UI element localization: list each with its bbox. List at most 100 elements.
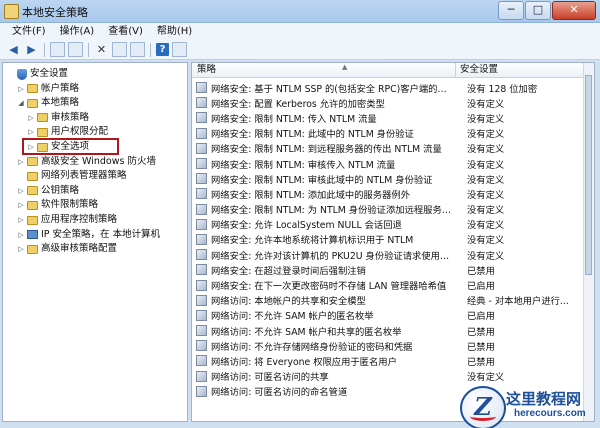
policy-icon bbox=[196, 203, 207, 215]
help-icon[interactable]: ? bbox=[156, 43, 169, 56]
table-row[interactable]: 网络安全: 限制 NTLM: 传入 NTLM 流量 没有定义 bbox=[192, 110, 594, 125]
menu-view[interactable]: 查看(V) bbox=[108, 23, 143, 40]
policy-setting: 已禁用 bbox=[467, 265, 495, 277]
table-row[interactable]: 网络访问: 不允许存储网络身份验证的密码和凭据 已禁用 bbox=[192, 338, 594, 353]
policy-name: 网络访问: 本地帐户的共享和安全模型 bbox=[211, 296, 366, 308]
tree-item[interactable]: ▷ 应用程序控制策略 bbox=[17, 213, 117, 227]
table-row[interactable]: 网络安全: 限制 NTLM: 审核传入 NTLM 流量 没有定义 bbox=[192, 156, 594, 171]
tree-item[interactable]: 网络列表管理器策略 bbox=[17, 169, 127, 183]
expand-toggle-icon[interactable]: ▷ bbox=[17, 213, 25, 227]
policy-icon bbox=[196, 173, 207, 185]
expand-toggle-icon[interactable]: ▷ bbox=[17, 184, 25, 198]
tree-item[interactable]: ▷ 高级安全 Windows 防火墙 bbox=[17, 155, 156, 169]
export-list-icon[interactable] bbox=[130, 42, 145, 57]
tree-item-label: 本地策略 bbox=[41, 97, 80, 109]
back-arrow-icon[interactable]: ◀ bbox=[6, 42, 21, 57]
console-icon[interactable] bbox=[172, 42, 187, 57]
expand-toggle-icon[interactable]: ▷ bbox=[17, 198, 25, 212]
tree-item[interactable]: ▷ 公钥策略 bbox=[17, 184, 79, 198]
expand-toggle-icon[interactable]: ▷ bbox=[17, 242, 25, 256]
tree-item[interactable]: 安全设置 bbox=[7, 67, 68, 81]
show-hide-tree-icon[interactable] bbox=[68, 42, 83, 57]
local-security-policy-window: 本地安全策略 ─ □ ✕ 文件(F) 操作(A) 查看(V) 帮助(H) ◀ ▶… bbox=[0, 0, 600, 428]
properties-icon[interactable] bbox=[112, 42, 127, 57]
toolbar-separator bbox=[44, 42, 45, 57]
tree-item[interactable]: ▷ 审核策略 bbox=[27, 111, 89, 125]
expand-toggle-icon[interactable]: ▷ bbox=[27, 111, 35, 125]
table-row[interactable]: 网络访问: 将 Everyone 权限应用于匿名用户 已禁用 bbox=[192, 353, 594, 368]
expand-toggle-icon[interactable]: ▷ bbox=[17, 228, 25, 242]
policy-setting: 没有定义 bbox=[467, 205, 505, 217]
policy-name: 网络安全: 限制 NTLM: 审核此域中的 NTLM 身份验证 bbox=[211, 174, 433, 186]
policy-setting: 已禁用 bbox=[467, 341, 495, 353]
policy-name: 网络访问: 将 Everyone 权限应用于匿名用户 bbox=[211, 356, 397, 368]
tree-item-label: IP 安全策略，在 本地计算机 bbox=[41, 228, 161, 240]
menu-help[interactable]: 帮助(H) bbox=[157, 23, 192, 40]
minimize-button[interactable]: ─ bbox=[498, 1, 524, 20]
menu-action[interactable]: 操作(A) bbox=[60, 23, 95, 40]
table-row[interactable]: 网络安全: 基于 NTLM SSP 的(包括安全 RPC)客户端的最小... 没有… bbox=[192, 80, 594, 95]
menu-file[interactable]: 文件(F) bbox=[12, 23, 46, 40]
policy-setting: 没有定义 bbox=[467, 159, 505, 171]
maximize-button[interactable]: □ bbox=[525, 1, 551, 20]
table-row[interactable]: 网络安全: 限制 NTLM: 添加此域中的服务器例外 没有定义 bbox=[192, 186, 594, 201]
table-row[interactable]: 网络访问: 本地帐户的共享和安全模型 经典 - 对本地用户进行... bbox=[192, 293, 594, 308]
table-row[interactable]: 网络安全: 限制 NTLM: 此域中的 NTLM 身份验证 没有定义 bbox=[192, 126, 594, 141]
table-row[interactable]: 网络安全: 允许对该计算机的 PKU2U 身份验证请求使用联... 没有定义 bbox=[192, 247, 594, 262]
watermark-logo: Z bbox=[460, 386, 506, 428]
watermark-url: herecours.com bbox=[514, 408, 586, 419]
delete-icon[interactable]: ✕ bbox=[94, 42, 109, 57]
folder-icon bbox=[27, 84, 38, 94]
policy-icon bbox=[196, 294, 207, 306]
tree-item[interactable]: ▷ IP 安全策略，在 本地计算机 bbox=[17, 228, 160, 242]
table-row[interactable]: 网络安全: 配置 Kerberos 允许的加密类型 没有定义 bbox=[192, 95, 594, 110]
vertical-scrollbar[interactable] bbox=[583, 63, 594, 421]
expand-toggle-icon[interactable]: ▷ bbox=[17, 155, 25, 169]
column-header-policy[interactable]: 策略 ▲ bbox=[192, 63, 456, 78]
tree-item-label: 软件限制策略 bbox=[41, 199, 99, 211]
tree-item-label: 网络列表管理器策略 bbox=[41, 170, 127, 182]
policy-setting: 没有定义 bbox=[467, 129, 505, 141]
table-row[interactable]: 网络访问: 不允许 SAM 帐户和共享的匿名枚举 已禁用 bbox=[192, 323, 594, 338]
tree-item[interactable]: ▷ 帐户策略 bbox=[17, 82, 79, 96]
policy-icon bbox=[196, 370, 207, 382]
policy-rows: 网络安全: 基于 NTLM SSP 的(包括安全 RPC)客户端的最小... 没有… bbox=[192, 80, 594, 399]
policy-name: 网络访问: 不允许 SAM 帐户和共享的匿名枚举 bbox=[211, 326, 402, 338]
table-row[interactable]: 网络安全: 限制 NTLM: 到远程服务器的传出 NTLM 流量 没有定义 bbox=[192, 141, 594, 156]
policy-setting: 没有定义 bbox=[467, 113, 505, 125]
policy-icon bbox=[196, 325, 207, 337]
policy-setting: 没有定义 bbox=[467, 235, 505, 247]
up-folder-icon[interactable] bbox=[50, 42, 65, 57]
table-row[interactable]: 网络安全: 在下一次更改密码时不存储 LAN 管理器哈希值 已启用 bbox=[192, 277, 594, 292]
table-row[interactable]: 网络访问: 不允许 SAM 帐户的匿名枚举 已启用 bbox=[192, 308, 594, 323]
sort-caret-icon: ▲ bbox=[342, 63, 348, 71]
table-row[interactable]: 网络安全: 在超过登录时间后强制注销 已禁用 bbox=[192, 262, 594, 277]
policy-icon bbox=[196, 249, 207, 261]
scrollbar-thumb[interactable] bbox=[585, 75, 592, 275]
forward-arrow-icon[interactable]: ▶ bbox=[24, 42, 39, 57]
tree-item-label: 高级安全 Windows 防火墙 bbox=[41, 155, 156, 167]
policy-setting: 没有定义 bbox=[467, 220, 505, 232]
table-row[interactable]: 网络安全: 限制 NTLM: 为 NTLM 身份验证添加远程服务器... 没有定义 bbox=[192, 202, 594, 217]
tree-item-label: 应用程序控制策略 bbox=[41, 214, 118, 225]
table-row[interactable]: 网络安全: 允许本地系统将计算机标识用于 NTLM 没有定义 bbox=[192, 232, 594, 247]
expand-toggle-icon[interactable]: ◢ bbox=[17, 96, 25, 110]
policy-icon bbox=[196, 142, 207, 154]
title-bar: 本地安全策略 ─ □ ✕ bbox=[0, 0, 600, 23]
table-row[interactable]: 网络安全: 允许 LocalSystem NULL 会话回退 没有定义 bbox=[192, 217, 594, 232]
close-button[interactable]: ✕ bbox=[552, 1, 596, 20]
tree-item[interactable]: ◢ 本地策略 bbox=[17, 96, 79, 110]
policy-setting: 没有定义 bbox=[467, 189, 505, 201]
expand-toggle-icon[interactable]: ▷ bbox=[17, 82, 25, 96]
policy-setting: 经典 - 对本地用户进行... bbox=[467, 296, 569, 308]
tree-item[interactable]: ▷ 软件限制策略 bbox=[17, 198, 98, 212]
policy-icon bbox=[196, 279, 207, 291]
policy-icon bbox=[196, 385, 207, 397]
table-row[interactable]: 网络安全: 限制 NTLM: 审核此域中的 NTLM 身份验证 没有定义 bbox=[192, 171, 594, 186]
folder-icon bbox=[27, 244, 38, 254]
column-header-setting[interactable]: 安全设置 bbox=[456, 63, 594, 78]
policy-setting: 没有定义 bbox=[467, 98, 505, 110]
policy-name: 网络访问: 可匿名访问的命名管道 bbox=[211, 387, 348, 399]
folder-icon bbox=[27, 157, 38, 167]
tree-item[interactable]: ▷ 高级审核策略配置 bbox=[17, 242, 117, 256]
